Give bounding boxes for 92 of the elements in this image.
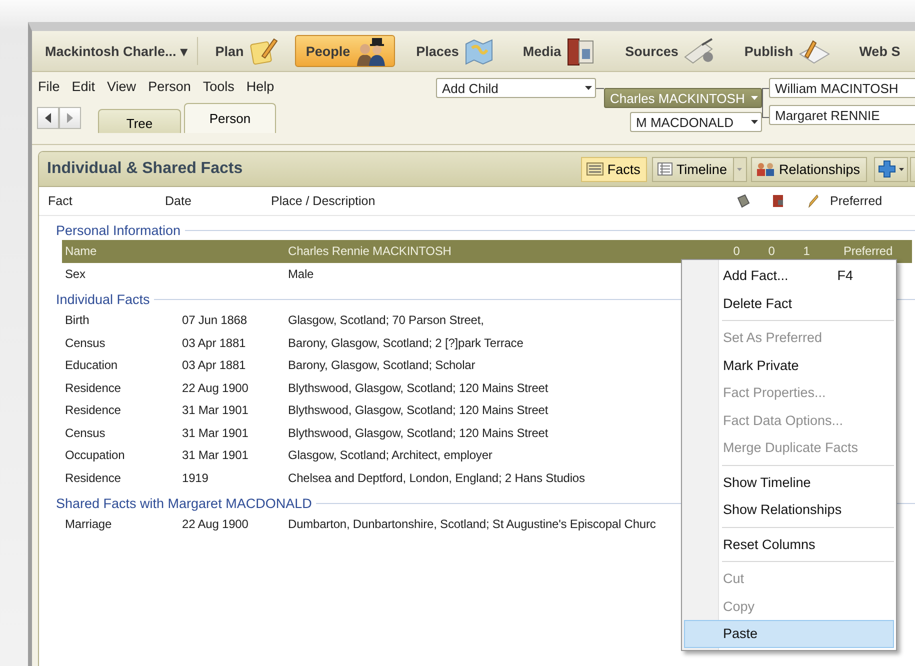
table-cell-text: Name — [65, 244, 98, 258]
column-header[interactable]: Date — [165, 194, 271, 208]
group-header: Personal Information — [56, 222, 182, 238]
table-cell-text: Residence — [65, 380, 122, 395]
spouse-dropdown[interactable]: M MACDONALD — [630, 112, 762, 132]
group-header: Shared Facts with Margaret MACDONALD — [56, 496, 313, 510]
timeline-icon — [657, 162, 674, 176]
nav-button[interactable]: Publish — [733, 35, 838, 67]
left-arrow-icon — [44, 113, 52, 123]
tree-selector[interactable]: Mackintosh Charle... ▾ — [40, 37, 198, 65]
table-cell-text: Male — [288, 266, 315, 281]
table-cell-text: Residence — [65, 470, 122, 485]
menu-item[interactable]: Add Fact... F4 — [684, 262, 894, 290]
add-button[interactable] — [874, 156, 908, 182]
table-cell-text: Charles Rennie MACKINTOSH — [288, 244, 452, 258]
table-cell-text: Occupation — [65, 448, 126, 462]
notepad-pencil-icon — [248, 36, 278, 66]
pencil-icon — [806, 194, 818, 208]
nav-button[interactable]: People — [294, 35, 396, 67]
table-cell: 0 — [733, 244, 740, 258]
table-cell-text: Education — [65, 358, 118, 372]
table-cell: 1 — [803, 244, 810, 258]
table-cell-text: 22 Aug 1900 — [182, 517, 250, 532]
menu-item[interactable]: Paste — [684, 620, 894, 648]
column-header[interactable]: Fact — [48, 194, 165, 208]
menu-item[interactable]: View — [106, 79, 138, 94]
table-cell-text: Barony, Glasgow, Scotland; 2 [?]park Terrace — [288, 336, 524, 350]
table-cell-text: 03 Apr 1881 — [182, 358, 247, 372]
menu-item[interactable]: Show Relationships — [684, 496, 894, 524]
view-button[interactable]: Facts — [581, 156, 648, 182]
list-icon — [586, 162, 604, 176]
menu-item[interactable]: Delete Fact — [684, 290, 894, 317]
dropdown-arrow-icon — [737, 168, 742, 170]
table-cell: Preferred — [843, 244, 893, 258]
table-cell-text: Barony, Glasgow, Scotland; Scholar — [288, 358, 476, 372]
view-button[interactable]: Timeline — [652, 156, 734, 182]
nav-button[interactable]: Plan — [204, 35, 285, 67]
column-header[interactable]: Preferred — [830, 194, 915, 208]
dropdown-arrow-icon — [750, 119, 759, 125]
table-cell-text: Marriage — [65, 517, 113, 532]
menu-item[interactable]: Reset Columns — [684, 530, 894, 558]
table-cell-text: Blythswood, Glasgow, Scotland; 120 Mains Street — [288, 380, 550, 395]
table-cell-text: Chelsea and Deptford, London, England; 2 Hans Studios — [288, 470, 586, 485]
add-child-dropdown[interactable]: Add Child — [436, 78, 596, 98]
nav-button[interactable]: Places — [405, 35, 502, 67]
book-icon — [770, 194, 784, 208]
scroll-icon — [736, 194, 750, 208]
table-cell-text: Birth — [65, 313, 90, 328]
menu-item[interactable]: Person — [147, 79, 192, 94]
dropdown-arrow-icon — [584, 85, 593, 91]
mother-dropdown[interactable]: Margaret RENNIE — [769, 105, 915, 125]
table-cell-text: Sex — [65, 266, 86, 281]
menu-item[interactable]: Help — [245, 79, 276, 94]
table-cell-text: Glasgow, Scotland; Architect, employer — [288, 448, 494, 462]
connector-line — [596, 88, 604, 89]
table-cell-text: Census — [65, 426, 106, 440]
dropdown-arrow-icon — [750, 95, 759, 101]
table-cell-text: Residence — [65, 403, 122, 418]
nav-button[interactable]: Sources — [614, 35, 724, 67]
table-cell-text: Blythswood, Glasgow, Scotland; 120 Mains Street — [288, 426, 550, 440]
plus-icon — [878, 160, 896, 178]
table-cell-text: 22 Aug 1900 — [182, 380, 250, 395]
table-cell-text: 03 Apr 1881 — [182, 336, 247, 350]
view-tab[interactable]: Person — [184, 103, 276, 133]
table-cell-text: 31 Mar 1901 — [182, 448, 250, 462]
table-cell-text: Glasgow, Scotland; 70 Parson Street, — [288, 313, 485, 328]
view-button[interactable]: Relationships — [750, 156, 867, 182]
people-icon — [756, 162, 776, 176]
menu-item[interactable]: File — [37, 79, 61, 94]
back-button[interactable] — [37, 107, 59, 129]
nav-button[interactable]: Media — [512, 35, 604, 67]
dropdown-button[interactable] — [732, 156, 747, 182]
menu-item[interactable]: Mark Private — [684, 352, 894, 379]
table-cell-text: 31 Mar 1901 — [182, 426, 250, 440]
table-cell-text: Census — [65, 336, 106, 350]
nav-button[interactable]: Web S — [848, 35, 908, 67]
table-cell: 0 — [768, 244, 775, 258]
father-dropdown[interactable]: William MACINTOSH — [769, 78, 915, 98]
table-cell-text: Blythswood, Glasgow, Scotland; 120 Mains Street — [288, 403, 550, 418]
table-cell-text: Dumbarton, Dunbartonshire, Scotland; St Augustine's Episcopal Churc — [288, 517, 657, 532]
menu-item[interactable]: Show Timeline — [684, 468, 894, 496]
table-cell-text: 31 Mar 1901 — [182, 403, 250, 418]
table-cell-text: 07 Jun 1868 — [182, 313, 248, 328]
menu-item[interactable]: Tools — [202, 79, 236, 94]
group-header: Individual Facts — [56, 292, 151, 306]
menu-item[interactable]: Edit — [70, 79, 96, 94]
table-cell-text: 1919 — [182, 470, 210, 485]
panel-title: Individual & Shared Facts — [47, 160, 244, 178]
column-header[interactable]: Place / Description — [271, 194, 725, 208]
view-tab[interactable]: Tree — [98, 109, 181, 133]
dropdown-arrow-icon — [899, 168, 904, 170]
right-arrow-icon — [66, 113, 74, 123]
